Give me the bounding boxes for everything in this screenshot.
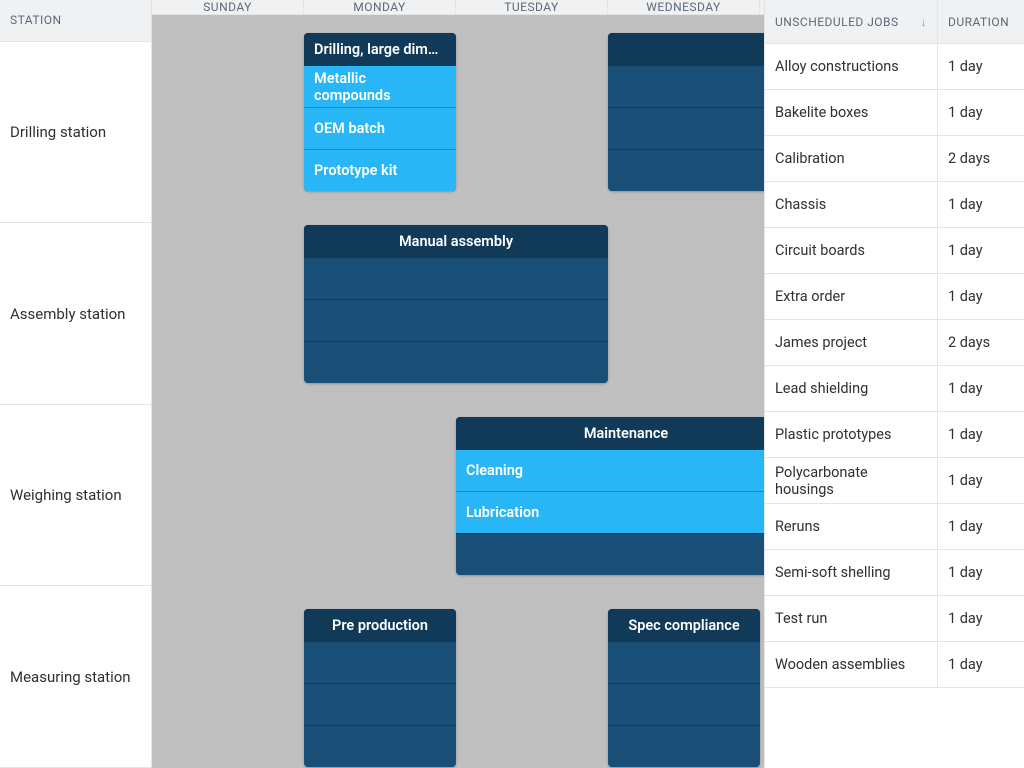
day-header-tuesday[interactable]: Tuesday: [456, 0, 608, 14]
unscheduled-job-duration: 1 day: [938, 504, 1024, 549]
card-slot[interactable]: [456, 533, 764, 575]
unscheduled-row[interactable]: Extra order1 day: [765, 274, 1024, 320]
card-slot[interactable]: OEM batch: [304, 107, 456, 149]
card-slot[interactable]: [608, 107, 764, 149]
unscheduled-job-duration: 1 day: [938, 458, 1024, 503]
card-title: Manual assembly: [304, 225, 608, 258]
unscheduled-row[interactable]: Plastic prototypes1 day: [765, 412, 1024, 458]
unscheduled-row[interactable]: Bakelite boxes1 day: [765, 90, 1024, 136]
unscheduled-row[interactable]: Polycarbonate housings1 day: [765, 458, 1024, 504]
unscheduled-job-duration: 1 day: [938, 412, 1024, 457]
card-slot[interactable]: Metallic compounds: [304, 66, 456, 107]
unscheduled-job-name: Extra order: [765, 274, 938, 319]
duration-header[interactable]: Duration: [938, 0, 1024, 43]
card-slot[interactable]: [608, 66, 764, 107]
card-title: Maintenance: [456, 417, 764, 450]
station-row: Assembly station: [0, 223, 151, 405]
unscheduled-row[interactable]: Chassis1 day: [765, 182, 1024, 228]
stations-column: Station Drilling station Assembly statio…: [0, 0, 152, 768]
unscheduled-row[interactable]: Wooden assemblies1 day: [765, 642, 1024, 688]
unscheduled-row[interactable]: Test run1 day: [765, 596, 1024, 642]
unscheduled-job-name: James project: [765, 320, 938, 365]
unscheduled-job-name: Reruns: [765, 504, 938, 549]
unscheduled-job-name: Plastic prototypes: [765, 412, 938, 457]
unscheduled-job-duration: 2 days: [938, 136, 1024, 181]
card-slot[interactable]: [304, 299, 608, 341]
station-row: Measuring station: [0, 586, 151, 768]
sort-arrow-down-icon[interactable]: ↓: [921, 15, 927, 29]
unscheduled-job-name: Test run: [765, 596, 938, 641]
unscheduled-job-duration: 1 day: [938, 44, 1024, 89]
card-title: Pre production: [304, 609, 456, 642]
job-card-drilling-large[interactable]: Drilling, large dimensi… Metallic compou…: [304, 33, 456, 191]
unscheduled-job-duration: 1 day: [938, 274, 1024, 319]
card-slot[interactable]: [608, 725, 760, 767]
job-card-drilling-small[interactable]: Drilling, smal: [608, 33, 764, 191]
day-header-wednesday[interactable]: Wednesday: [608, 0, 760, 14]
calendar-grid[interactable]: Sunday Monday Tuesday Wednesday Drilling…: [152, 0, 764, 768]
card-slot[interactable]: Cleaning: [456, 450, 764, 491]
calendar-row[interactable]: Pre production Spec compliance: [152, 591, 764, 768]
unscheduled-jobs-header[interactable]: Unscheduled Jobs ↓: [765, 0, 938, 43]
job-card-manual-assembly[interactable]: Manual assembly: [304, 225, 608, 383]
unscheduled-job-duration: 1 day: [938, 182, 1024, 227]
card-slot[interactable]: [304, 258, 608, 299]
unscheduled-list: Alloy constructions1 dayBakelite boxes1 …: [765, 44, 1024, 768]
card-title: Spec compliance: [608, 609, 760, 642]
unscheduled-job-name: Alloy constructions: [765, 44, 938, 89]
unscheduled-job-name: Lead shielding: [765, 366, 938, 411]
calendar-body[interactable]: Drilling, large dimensi… Metallic compou…: [152, 15, 764, 768]
card-title: Drilling, smal: [608, 33, 764, 66]
unscheduled-sidebar: Unscheduled Jobs ↓ Duration Alloy constr…: [764, 0, 1024, 768]
unscheduled-job-name: Bakelite boxes: [765, 90, 938, 135]
calendar-header: Sunday Monday Tuesday Wednesday: [152, 0, 764, 15]
unscheduled-job-name: Wooden assemblies: [765, 642, 938, 687]
unscheduled-row[interactable]: James project2 days: [765, 320, 1024, 366]
unscheduled-job-duration: 1 day: [938, 550, 1024, 595]
unscheduled-job-name: Calibration: [765, 136, 938, 181]
unscheduled-label: Unscheduled Jobs: [775, 15, 899, 29]
card-slot[interactable]: [608, 642, 760, 683]
unscheduled-job-name: Semi-soft shelling: [765, 550, 938, 595]
unscheduled-job-duration: 2 days: [938, 320, 1024, 365]
unscheduled-job-name: Chassis: [765, 182, 938, 227]
unscheduled-job-duration: 1 day: [938, 642, 1024, 687]
unscheduled-row[interactable]: Reruns1 day: [765, 504, 1024, 550]
calendar-row[interactable]: Drilling, large dimensi… Metallic compou…: [152, 15, 764, 207]
unscheduled-row[interactable]: Circuit boards1 day: [765, 228, 1024, 274]
unscheduled-job-duration: 1 day: [938, 90, 1024, 135]
unscheduled-row[interactable]: Lead shielding1 day: [765, 366, 1024, 412]
station-header[interactable]: Station: [0, 0, 151, 42]
unscheduled-row[interactable]: Alloy constructions1 day: [765, 44, 1024, 90]
day-header-sunday[interactable]: Sunday: [152, 0, 304, 14]
calendar-row[interactable]: Manual assembly: [152, 207, 764, 399]
unscheduled-job-name: Circuit boards: [765, 228, 938, 273]
card-slot[interactable]: Prototype kit: [304, 149, 456, 191]
card-slot[interactable]: [304, 725, 456, 767]
station-row: Drilling station: [0, 42, 151, 224]
job-card-maintenance[interactable]: Maintenance Cleaning Lubrication: [456, 417, 764, 575]
sidebar-header: Unscheduled Jobs ↓ Duration: [765, 0, 1024, 44]
unscheduled-job-name: Polycarbonate housings: [765, 458, 938, 503]
job-card-spec-compliance[interactable]: Spec compliance: [608, 609, 760, 767]
unscheduled-row[interactable]: Semi-soft shelling1 day: [765, 550, 1024, 596]
card-title: Drilling, large dimensi…: [304, 33, 456, 66]
day-header-monday[interactable]: Monday: [304, 0, 456, 14]
unscheduled-row[interactable]: Calibration2 days: [765, 136, 1024, 182]
card-slot[interactable]: [608, 683, 760, 725]
job-card-pre-production[interactable]: Pre production: [304, 609, 456, 767]
card-slot[interactable]: Lubrication: [456, 491, 764, 533]
unscheduled-job-duration: 1 day: [938, 366, 1024, 411]
card-slot[interactable]: [304, 642, 456, 683]
calendar-row[interactable]: Maintenance Cleaning Lubrication: [152, 399, 764, 591]
unscheduled-job-duration: 1 day: [938, 596, 1024, 641]
card-slot[interactable]: [608, 149, 764, 191]
unscheduled-job-duration: 1 day: [938, 228, 1024, 273]
card-slot[interactable]: [304, 341, 608, 383]
card-slot[interactable]: [304, 683, 456, 725]
station-row: Weighing station: [0, 405, 151, 587]
